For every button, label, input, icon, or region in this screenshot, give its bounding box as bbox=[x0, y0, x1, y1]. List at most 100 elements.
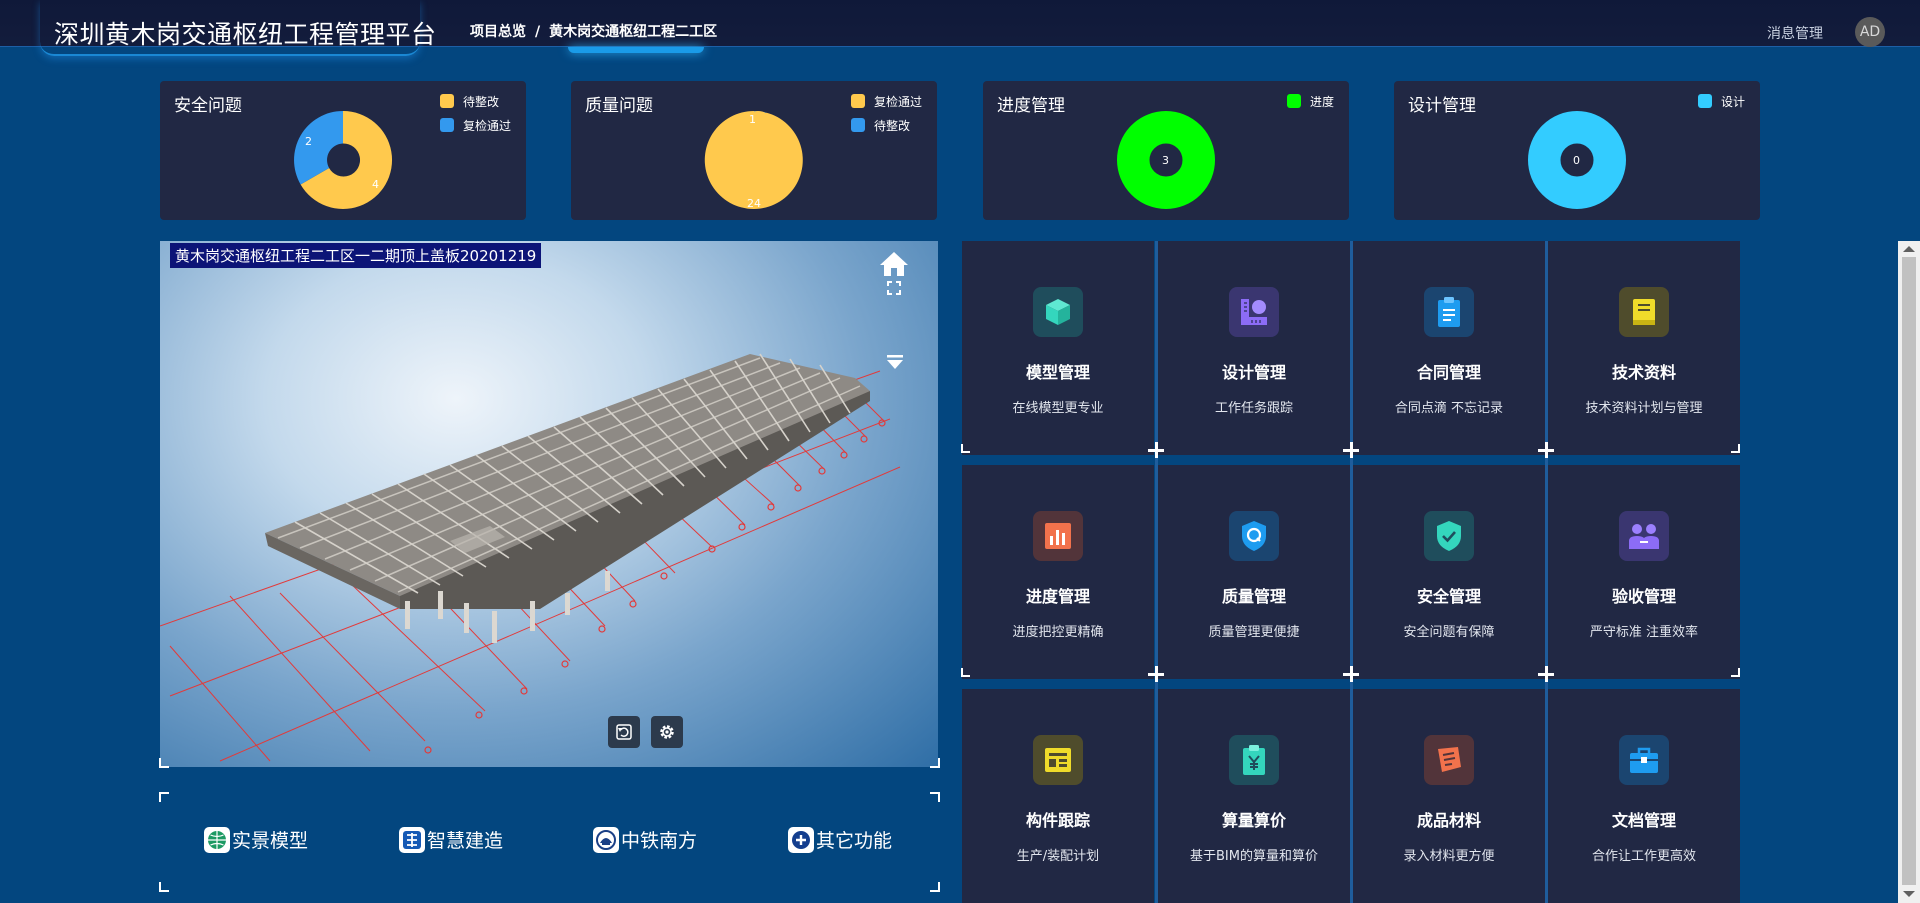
vertical-scrollbar[interactable] bbox=[1898, 241, 1920, 903]
grid-junction-marker bbox=[1538, 442, 1554, 458]
module-description: 生产/装配计划 bbox=[1016, 849, 1100, 864]
module-name: 安全管理 bbox=[1416, 587, 1481, 606]
scroll-down-arrow[interactable] bbox=[1903, 891, 1915, 897]
people-icon bbox=[1619, 511, 1669, 561]
globe-icon bbox=[204, 826, 230, 853]
scrollbar-thumb[interactable] bbox=[1902, 257, 1916, 885]
breadcrumb-project-overview[interactable]: 项目总览 bbox=[470, 24, 526, 40]
grid-junction-marker bbox=[1343, 442, 1359, 458]
frame-corner bbox=[930, 758, 940, 768]
module-name: 设计管理 bbox=[1221, 363, 1286, 382]
legend-item[interactable]: 进度 bbox=[1287, 93, 1334, 109]
module-description: 进度把控更精确 bbox=[1012, 625, 1104, 640]
reset-view-button[interactable] bbox=[608, 716, 640, 748]
quick-link-smart-construction[interactable]: 智慧建造 bbox=[399, 826, 503, 853]
legend-label: 复检通过 bbox=[463, 118, 512, 133]
module-description: 质量管理更便捷 bbox=[1208, 625, 1300, 640]
quick-link-crec-south[interactable]: 中铁南方 bbox=[593, 826, 697, 853]
legend-item[interactable]: 复检通过 bbox=[851, 93, 922, 109]
module-safety-management[interactable]: 安全管理 安全问题有保障 bbox=[1353, 465, 1545, 679]
module-description: 工作任务跟踪 bbox=[1214, 401, 1293, 416]
module-design-management[interactable]: 设计管理 工作任务跟踪 bbox=[1158, 241, 1350, 455]
breadcrumb-current[interactable]: 黄木岗交通枢纽工程二工区 bbox=[549, 24, 717, 40]
legend-label: 进度 bbox=[1310, 94, 1335, 109]
module-name: 进度管理 bbox=[1025, 587, 1090, 606]
module-description: 录入材料更方便 bbox=[1403, 849, 1495, 864]
breadcrumb: 项目总览 / 黄木岗交通枢纽工程二工区 bbox=[470, 21, 717, 41]
grid-junction-marker bbox=[1148, 666, 1164, 682]
donut-center-value: 0 bbox=[1573, 154, 1580, 167]
home-icon[interactable] bbox=[879, 251, 909, 277]
module-description: 技术资料计划与管理 bbox=[1585, 401, 1703, 416]
bim-model-viewer[interactable]: 黄木岗交通枢纽工程二工区一二期顶上盖板20201219 bbox=[160, 241, 938, 767]
bar-chart-icon bbox=[1033, 511, 1083, 561]
quality-issues-donut: 1 24 bbox=[704, 110, 803, 210]
legend-item[interactable]: 待整改 bbox=[440, 93, 511, 109]
quick-link-label: 智慧建造 bbox=[427, 830, 504, 852]
price-tag-icon bbox=[1229, 735, 1279, 785]
module-description: 合同点滴 不忘记录 bbox=[1394, 401, 1504, 416]
segment-value-label: 2 bbox=[305, 135, 312, 148]
module-component-tracking[interactable]: 构件跟踪 生产/装配计划 bbox=[962, 689, 1154, 903]
active-tab-indicator bbox=[568, 47, 704, 53]
frame-corner bbox=[930, 882, 940, 892]
safety-shield-icon bbox=[1424, 511, 1474, 561]
module-progress-management[interactable]: 进度管理 进度把控更精确 bbox=[962, 465, 1154, 679]
frame-corner bbox=[961, 668, 970, 677]
legend-item[interactable]: 待整改 bbox=[851, 117, 922, 133]
quick-link-realscene-model[interactable]: 实景模型 bbox=[204, 826, 308, 853]
module-document-management[interactable]: 文档管理 合作让工作更高效 bbox=[1548, 689, 1740, 903]
quality-shield-icon bbox=[1229, 511, 1279, 561]
frame-corner bbox=[1731, 668, 1740, 677]
module-model-management[interactable]: 模型管理 在线模型更专业 bbox=[962, 241, 1154, 455]
module-quantity-pricing[interactable]: 算量算价 基于BIM的算量和算价 bbox=[1158, 689, 1350, 903]
design-icon bbox=[1229, 287, 1279, 337]
gear-icon bbox=[660, 725, 674, 739]
module-description: 在线模型更专业 bbox=[1012, 401, 1104, 416]
frame-corner bbox=[930, 792, 940, 802]
module-name: 模型管理 bbox=[1025, 363, 1090, 382]
grid-junction-marker bbox=[1148, 442, 1164, 458]
reset-view-icon bbox=[616, 724, 632, 740]
module-name: 构件跟踪 bbox=[1025, 811, 1090, 830]
module-contract-management[interactable]: 合同管理 合同点滴 不忘记录 bbox=[1353, 241, 1545, 455]
card-title: 安全问题 bbox=[174, 96, 242, 116]
book-icon bbox=[1619, 287, 1669, 337]
card-title: 设计管理 bbox=[1408, 96, 1476, 116]
module-name: 算量算价 bbox=[1221, 811, 1286, 830]
viewer-settings-button[interactable] bbox=[651, 716, 683, 748]
model-caption: 黄木岗交通枢纽工程二工区一二期顶上盖板20201219 bbox=[170, 243, 542, 268]
frame-corner bbox=[961, 444, 970, 453]
module-acceptance-management[interactable]: 验收管理 严守标准 注重效率 bbox=[1548, 465, 1740, 679]
app-title: 深圳黄木岗交通枢纽工程管理平台 bbox=[54, 20, 437, 49]
legend-swatch bbox=[440, 94, 454, 108]
segment-value-label: 1 bbox=[749, 113, 756, 126]
module-name: 质量管理 bbox=[1221, 587, 1286, 606]
safety-issues-donut: 2 4 bbox=[294, 110, 393, 209]
layer-toggle-icon[interactable] bbox=[887, 355, 903, 369]
message-management-link[interactable]: 消息管理 bbox=[1767, 23, 1823, 43]
module-name: 验收管理 bbox=[1611, 587, 1676, 606]
frame-corner bbox=[1731, 444, 1740, 453]
building-icon bbox=[399, 826, 425, 853]
module-quality-management[interactable]: 质量管理 质量管理更便捷 bbox=[1158, 465, 1350, 679]
progress-donut: 3 bbox=[1117, 111, 1215, 209]
quality-issues-card: 质量问题 复检通过 待整改 1 24 bbox=[571, 81, 937, 220]
legend-item[interactable]: 设计 bbox=[1698, 93, 1745, 109]
module-finished-materials[interactable]: 成品材料 录入材料更方便 bbox=[1353, 689, 1545, 903]
top-bar: 深圳黄木岗交通枢纽工程管理平台 项目总览 / 黄木岗交通枢纽工程二工区 消息管理 A… bbox=[0, 0, 1920, 56]
chart-legend: 复检通过 待整改 bbox=[851, 93, 922, 141]
legend-swatch bbox=[851, 118, 865, 132]
scroll-up-arrow[interactable] bbox=[1903, 246, 1915, 252]
module-technical-documents[interactable]: 技术资料 技术资料计划与管理 bbox=[1548, 241, 1740, 455]
segment-value-label: 4 bbox=[372, 178, 379, 191]
avatar[interactable]: AD bbox=[1855, 17, 1885, 47]
legend-swatch bbox=[440, 118, 454, 132]
quick-link-label: 其它功能 bbox=[816, 830, 893, 852]
module-name: 技术资料 bbox=[1611, 363, 1676, 382]
legend-item[interactable]: 复检通过 bbox=[440, 117, 511, 133]
quick-link-other-functions[interactable]: 其它功能 bbox=[788, 826, 892, 853]
fullscreen-icon[interactable] bbox=[887, 281, 901, 295]
materials-icon bbox=[1424, 735, 1474, 785]
progress-management-card: 进度管理 进度 3 bbox=[983, 81, 1349, 220]
